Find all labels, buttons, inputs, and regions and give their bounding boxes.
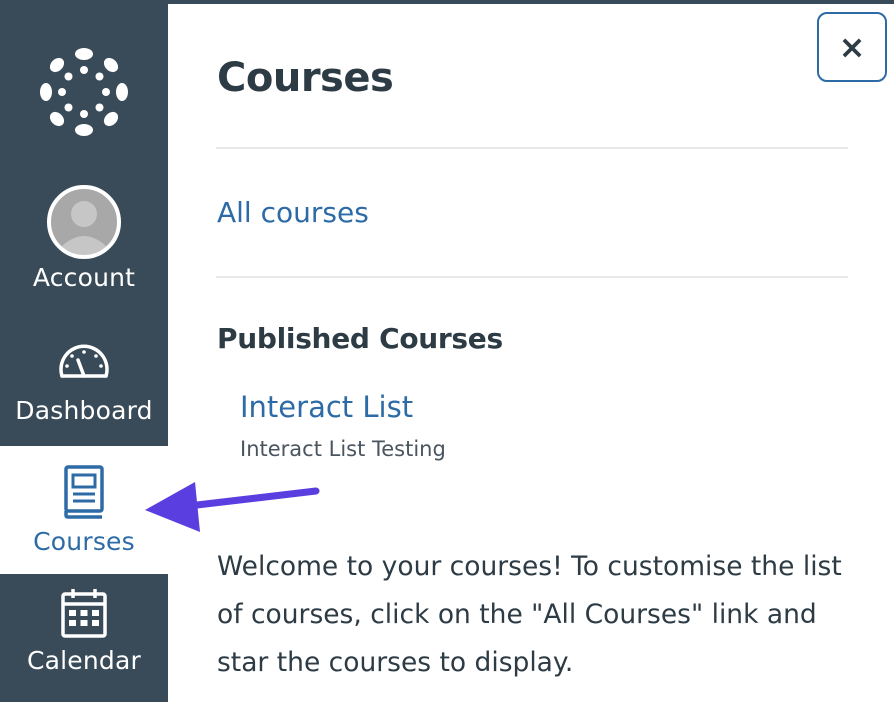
nav-label-account: Account [32,263,136,292]
nav-label-dashboard: Dashboard [15,396,153,425]
nav-item-calendar[interactable]: Calendar [0,588,168,698]
divider [216,147,848,149]
welcome-message: Welcome to your courses! To customise th… [217,551,842,678]
nav-item-account[interactable]: Account [0,184,168,304]
avatar-icon [47,185,121,259]
annotation-arrow-icon [145,482,320,532]
speedometer-icon [59,344,109,378]
book-icon [64,465,104,519]
calendar-icon [61,589,107,638]
published-courses-heading: Published Courses [217,322,503,355]
global-nav-sidebar: Account Dashboard Courses Calendar [0,4,168,702]
canvas-logo-icon[interactable] [40,48,128,136]
nav-label-calendar: Calendar [26,646,141,675]
divider [216,276,848,278]
tray-title: Courses [217,55,394,101]
course-link[interactable]: Interact List [240,390,413,424]
close-tray-button[interactable]: × [817,12,887,82]
all-courses-link[interactable]: All courses [217,196,369,229]
nav-item-dashboard[interactable]: Dashboard [0,340,168,446]
course-subtitle: Interact List Testing [240,437,446,461]
